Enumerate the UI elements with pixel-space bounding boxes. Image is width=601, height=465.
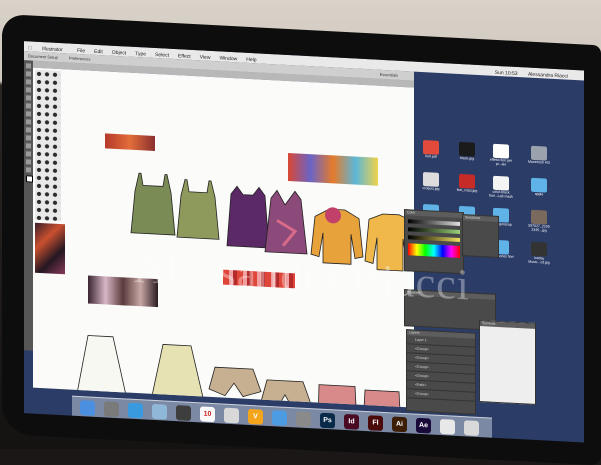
file-icon xyxy=(531,177,547,193)
file-icon xyxy=(423,172,439,187)
hand-tool-icon[interactable] xyxy=(26,159,31,165)
monitor-bezel:  Illustrator FileEditObjectTypeSelectEf… xyxy=(2,14,601,465)
file-label: effetto fiori per pi...aio xyxy=(489,157,513,167)
file-label: Iceday Music...cd.jpg xyxy=(528,255,550,265)
desktop-file[interactable]: 597627_2100 2335...jpg xyxy=(524,209,554,239)
tank-top-olive[interactable] xyxy=(176,179,220,240)
desktop-file[interactable]: Macintosh HD xyxy=(524,145,554,175)
dock-after-effects-icon[interactable]: Ae xyxy=(416,417,431,434)
dock-launchpad-icon[interactable] xyxy=(104,401,119,418)
desktop-file[interactable]: croquis.jpg xyxy=(416,172,446,202)
file-label: fiori_rossi.jpg xyxy=(456,187,478,193)
desktop-file[interactable]: fiori_rossi.jpg xyxy=(452,173,482,204)
pants-print-1[interactable] xyxy=(316,384,360,408)
file-label: 597627_2100 2335...jpg xyxy=(528,223,550,233)
dock-calendar-icon[interactable]: 10 xyxy=(200,406,215,423)
file-icon xyxy=(531,241,547,257)
file-icon xyxy=(531,209,547,225)
dock-chrome-icon[interactable] xyxy=(440,418,455,435)
preferences-button[interactable]: Preferences xyxy=(69,56,91,62)
file-icon xyxy=(531,145,547,161)
rectangle-tool-icon[interactable] xyxy=(26,103,31,109)
dock-vectorworks-icon[interactable]: V xyxy=(248,408,263,425)
file-icon xyxy=(459,141,475,157)
shorts-print-2[interactable] xyxy=(260,379,312,408)
dock-photoshop-icon[interactable]: Ps xyxy=(320,412,335,429)
symbols-panel[interactable]: Symbols xyxy=(479,319,536,405)
pants-print-2[interactable] xyxy=(360,389,404,408)
symbols-panel-header: Symbols xyxy=(480,321,535,329)
top-print[interactable] xyxy=(264,189,308,255)
file-icon xyxy=(459,173,475,189)
zoom-tool-icon[interactable] xyxy=(26,167,31,173)
shorts-print-1[interactable] xyxy=(208,366,262,398)
line-tool-icon[interactable] xyxy=(26,95,31,101)
fill-stroke-icon[interactable] xyxy=(26,175,33,183)
slider-y[interactable] xyxy=(408,235,460,243)
eyedropper-tool-icon[interactable] xyxy=(26,151,31,157)
swatches-panel-header: Swatches xyxy=(463,215,498,222)
file-label: apple xyxy=(534,191,544,197)
tools-panel xyxy=(24,60,33,351)
selection-tool-icon[interactable] xyxy=(26,63,31,69)
tank-top-green[interactable] xyxy=(130,172,176,236)
rotate-tool-icon[interactable] xyxy=(26,127,31,133)
desktop-file[interactable]: fiori.pdf xyxy=(416,140,446,170)
doc-setup-button[interactable]: Document Setup xyxy=(28,53,58,60)
pencil-tool-icon[interactable] xyxy=(26,119,31,125)
dock-facetime-icon[interactable] xyxy=(176,405,191,421)
color-panel-header: Color xyxy=(405,210,463,219)
file-label: croquis.jpg xyxy=(422,186,440,191)
slider-c[interactable] xyxy=(408,219,460,227)
desktop-file[interactable]: black.jpg xyxy=(452,141,482,172)
swatches-panel[interactable]: Swatches xyxy=(462,214,499,259)
slider-m[interactable] xyxy=(408,227,460,235)
dock-mail-icon[interactable] xyxy=(152,403,167,420)
artboard[interactable] xyxy=(33,67,414,408)
desktop-file[interactable]: effetto fiori per pi...aio xyxy=(486,143,516,173)
screen:  Illustrator FileEditObjectTypeSelectEf… xyxy=(24,41,584,443)
dock-app-store-icon[interactable] xyxy=(272,410,287,426)
dock-flash-icon[interactable]: Fl xyxy=(368,415,383,431)
garment-sketches xyxy=(72,172,414,408)
width-tool-icon[interactable] xyxy=(26,143,31,149)
desktop-file[interactable]: color-black fiori...Lab mask xyxy=(486,175,516,205)
direct-select-tool-icon[interactable] xyxy=(26,71,31,77)
file-label: black.jpg xyxy=(460,156,474,161)
desktop-file[interactable]: apple xyxy=(524,177,554,207)
workspace-switcher[interactable]: Essentials xyxy=(380,72,398,78)
desktop-file[interactable]: Iceday Music...cd.jpg xyxy=(524,241,554,271)
dock-finder-icon[interactable] xyxy=(80,400,95,416)
user-name[interactable]: Alessandra Riacci xyxy=(528,72,568,80)
file-icon xyxy=(493,175,509,191)
file-label: fiori.pdf xyxy=(425,154,437,159)
dock-iphoto-icon[interactable] xyxy=(464,420,479,436)
top-purple[interactable] xyxy=(226,185,270,249)
dock-indesign-icon[interactable]: Id xyxy=(344,413,359,430)
dock-preview-icon[interactable] xyxy=(224,407,239,424)
pen-tool-icon[interactable] xyxy=(26,79,31,85)
file-label: color-black fiori...Lab mask xyxy=(489,189,513,199)
layers-panel[interactable]: Layers Layer 1 <Group> <Group> <Group> <Grou… xyxy=(406,329,476,415)
brush-tool-icon[interactable] xyxy=(26,111,31,117)
skirt-cream[interactable] xyxy=(144,343,212,408)
clock: Sun 10:53 xyxy=(494,69,518,78)
dock-illustrator-icon[interactable]: Ai xyxy=(392,416,407,433)
dock-safari-icon[interactable] xyxy=(128,402,143,419)
type-tool-icon[interactable] xyxy=(26,87,31,93)
file-icon xyxy=(493,143,509,159)
scale-tool-icon[interactable] xyxy=(26,135,31,141)
dock-system-preferences-icon[interactable] xyxy=(296,411,311,428)
file-icon xyxy=(423,140,439,155)
file-label: Macintosh HD xyxy=(528,159,550,165)
